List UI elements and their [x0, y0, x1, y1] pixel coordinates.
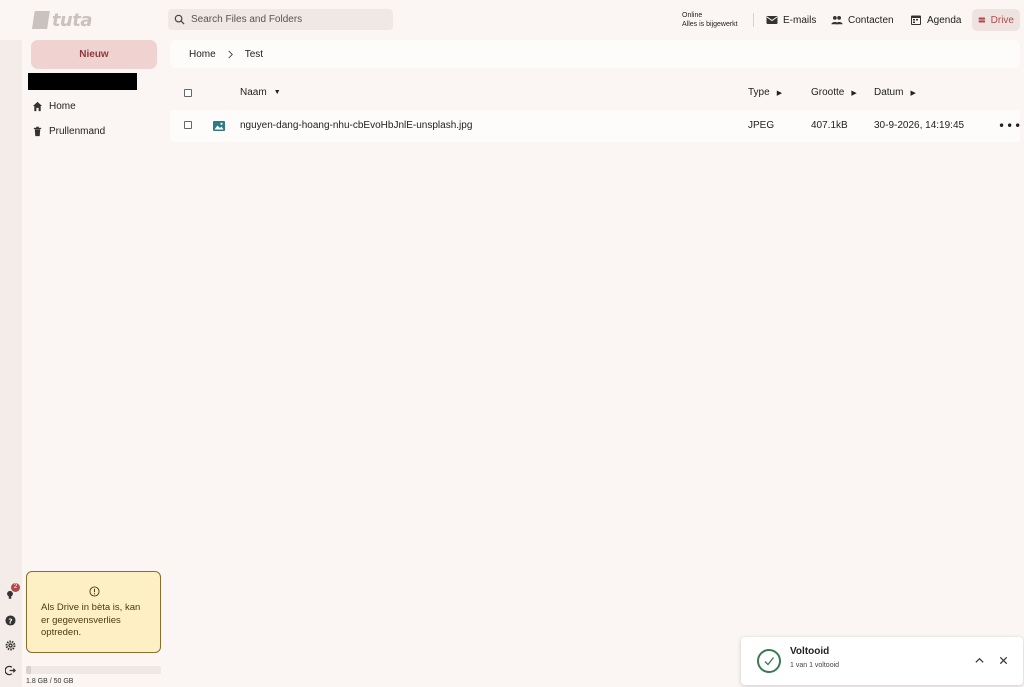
contacts-icon: [831, 15, 843, 25]
nav-divider: [753, 13, 754, 27]
drive-icon: [978, 17, 986, 23]
column-type-label: Type: [748, 87, 770, 98]
sidebar: Nieuw Home Prullenmand Als Drive in bèta…: [22, 40, 168, 687]
file-date: 30-9-2026, 14:19:45: [874, 120, 965, 131]
checkbox[interactable]: [184, 89, 192, 97]
nav-contacts-label: Contacten: [848, 14, 894, 26]
notification-count-badge: 2: [11, 583, 20, 592]
mail-icon: [766, 16, 778, 24]
column-name-label: Naam: [240, 87, 267, 98]
logo-mark-icon: [32, 11, 50, 29]
logout-button[interactable]: [4, 664, 16, 676]
column-date-header[interactable]: Datum ▶: [874, 87, 916, 98]
close-icon: [999, 656, 1007, 665]
expand-toast-button[interactable]: [973, 654, 985, 666]
nav-drive-label: Drive: [990, 14, 1014, 26]
file-name[interactable]: nguyen-dang-hoang-nhu-cbEvoHbJnlE-unspla…: [240, 120, 472, 131]
calendar-icon: [911, 15, 921, 25]
sidebar-item-label: Prullenmand: [49, 125, 106, 137]
nav-contacts[interactable]: Contacten: [825, 9, 900, 31]
nav-drive[interactable]: Drive: [972, 9, 1020, 31]
tuta-logo[interactable]: tuta: [32, 9, 93, 31]
new-button[interactable]: Nieuw: [31, 40, 157, 69]
gear-icon: [5, 640, 15, 650]
row-checkbox[interactable]: [184, 121, 192, 129]
breadcrumb-current: Test: [244, 48, 264, 60]
logout-icon: [4, 665, 16, 675]
more-horizontal-icon: •••: [998, 119, 1023, 133]
logo-text: tuta: [51, 9, 93, 31]
close-toast-button[interactable]: [997, 654, 1009, 666]
column-type-header[interactable]: Type ▶: [748, 87, 782, 98]
nav-calendar[interactable]: Agenda: [904, 9, 967, 31]
nav-emails-label: E-mails: [783, 14, 817, 26]
sync-status: Online Alles is bijgewerkt: [682, 11, 738, 29]
storage-usage-bar: [26, 666, 161, 674]
search-bar[interactable]: [168, 9, 393, 30]
redacted-account: [28, 73, 137, 90]
column-size-header[interactable]: Grootte ▶: [811, 87, 857, 98]
toast-title: Voltooid: [790, 646, 830, 657]
trash-icon: [33, 126, 42, 136]
file-size: 407.1kB: [811, 120, 848, 131]
status-online: Online: [682, 12, 703, 19]
checkbox[interactable]: [184, 121, 192, 129]
column-date-label: Datum: [874, 87, 904, 98]
nav-calendar-label: Agenda: [927, 14, 962, 26]
file-type: JPEG: [748, 120, 775, 131]
info-icon: [89, 586, 100, 597]
check-circle-icon: [757, 649, 781, 673]
search-input[interactable]: [191, 14, 381, 25]
beta-warning-box: Als Drive in bèta is, kan er gegevensver…: [26, 571, 161, 653]
chevron-up-icon: [974, 657, 984, 663]
help-button[interactable]: ?: [4, 614, 16, 626]
storage-usage-fill: [26, 666, 31, 674]
svg-text:?: ?: [8, 616, 12, 625]
top-bar: tuta Online Alles is bijgewerkt E-mails …: [0, 0, 1024, 40]
table-row[interactable]: nguyen-dang-hoang-nhu-cbEvoHbJnlE-unspla…: [170, 110, 1022, 142]
more-options-button[interactable]: •••: [998, 119, 1022, 133]
settings-button[interactable]: [4, 639, 16, 651]
check-icon: [764, 657, 775, 666]
caret-right-icon: ▶: [776, 89, 783, 97]
sidebar-item-trash[interactable]: Prullenmand: [32, 123, 105, 139]
image-file-icon: [213, 121, 225, 131]
beta-warning-text: Als Drive in bèta is, kan er gegevensver…: [41, 602, 141, 638]
toast-subtitle: 1 van 1 voltooid: [790, 662, 840, 669]
breadcrumb-home[interactable]: Home: [189, 49, 216, 60]
file-table-header: Naam ▼ Type ▶ Grootte ▶ Datum ▶: [170, 82, 1020, 104]
sidebar-item-home[interactable]: Home: [32, 98, 76, 114]
column-name-header[interactable]: Naam ▼: [240, 87, 281, 98]
chevron-right-icon: [228, 50, 233, 58]
status-synced: Alles is bijgewerkt: [682, 21, 738, 28]
help-icon: ?: [4, 614, 16, 626]
select-all-checkbox[interactable]: [184, 89, 192, 97]
sidebar-item-label: Home: [49, 100, 76, 112]
column-size-label: Grootte: [811, 87, 845, 98]
home-icon: [32, 101, 43, 111]
search-icon: [174, 14, 185, 25]
sort-down-icon: ▼: [273, 89, 281, 96]
caret-right-icon: ▶: [910, 89, 916, 97]
caret-right-icon: ▶: [851, 89, 857, 97]
upload-toast: Voltooid 1 van 1 voltooid: [741, 637, 1023, 685]
storage-usage-label: 1.8 GB / 50 GB: [26, 678, 74, 685]
nav-emails[interactable]: E-mails: [760, 9, 822, 31]
breadcrumb: Home Test: [170, 40, 1020, 68]
